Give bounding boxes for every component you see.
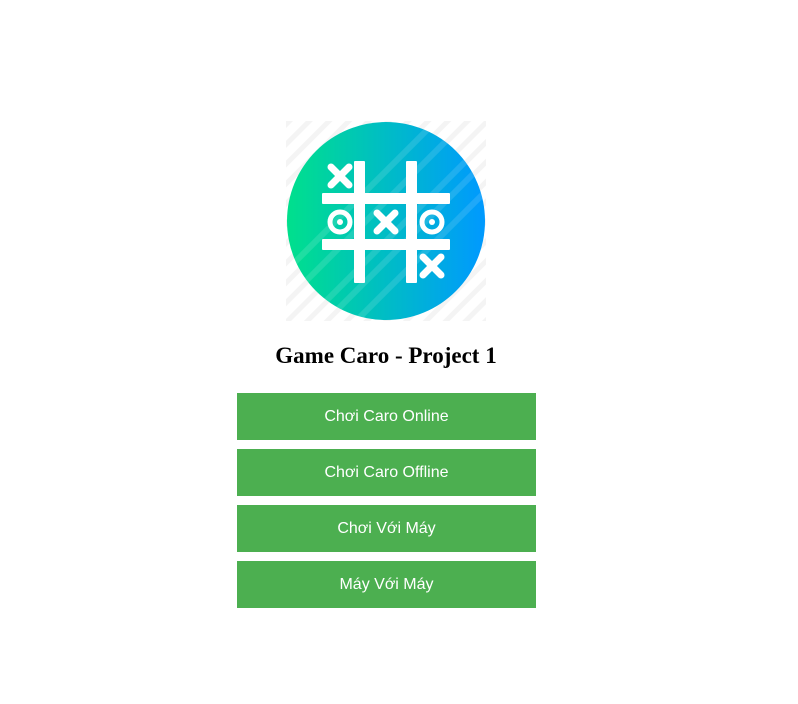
tic-tac-toe-icon bbox=[286, 121, 486, 321]
main-menu-page: Game Caro - Project 1 Chơi Caro Online C… bbox=[0, 0, 798, 704]
computer-vs-computer-button[interactable]: Máy Với Máy bbox=[237, 561, 536, 608]
game-logo bbox=[286, 121, 486, 321]
main-menu: Chơi Caro Online Chơi Caro Offline Chơi … bbox=[237, 393, 536, 617]
play-vs-computer-button[interactable]: Chơi Với Máy bbox=[237, 505, 536, 552]
play-online-button[interactable]: Chơi Caro Online bbox=[237, 393, 536, 440]
page-title: Game Caro - Project 1 bbox=[275, 343, 497, 368]
play-offline-button[interactable]: Chơi Caro Offline bbox=[237, 449, 536, 496]
